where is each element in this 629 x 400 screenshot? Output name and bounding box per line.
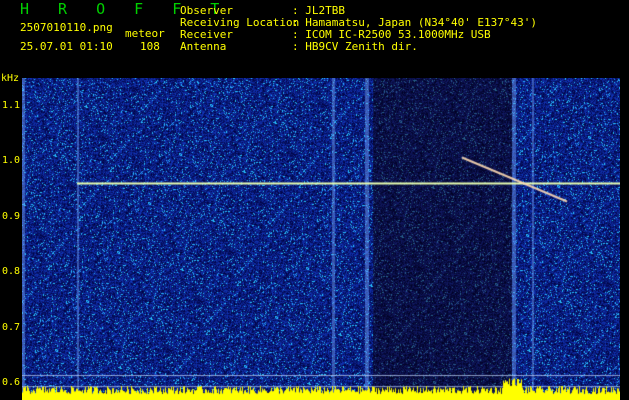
y-axis-unit: kHz xyxy=(1,73,20,84)
y-tick-label: 0.9 xyxy=(2,210,21,222)
antenna-value: : HB9CV Zenith dir. xyxy=(292,40,418,53)
spectrogram-canvas xyxy=(22,78,620,400)
detection-type: meteor xyxy=(125,27,165,40)
detection-count: 108 xyxy=(140,40,160,53)
timestamp: 25.07.01 01:10 xyxy=(20,40,113,53)
y-tick-label: 0.6 xyxy=(2,377,21,389)
antenna-label: Antenna xyxy=(180,40,227,53)
y-tick-label: 0.8 xyxy=(2,266,21,278)
y-tick-label: 1.1 xyxy=(2,99,21,111)
spectrogram-plot xyxy=(22,78,620,400)
header-panel: H R O F F T 2507010110.png 25.07.01 01:1… xyxy=(0,0,629,78)
y-tick-label: 0.7 xyxy=(2,321,21,333)
file-name: 2507010110.png xyxy=(20,21,113,34)
y-tick-label: 1.0 xyxy=(2,155,21,167)
